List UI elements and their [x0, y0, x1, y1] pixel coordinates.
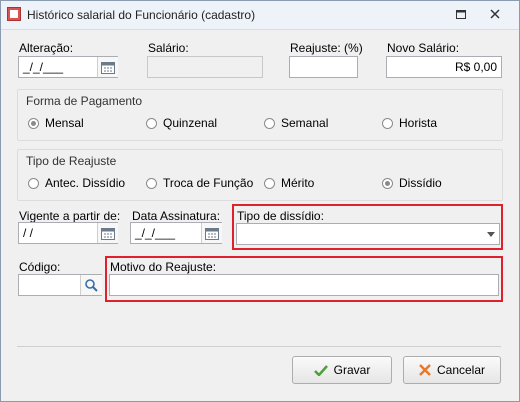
- radio-dot: [264, 177, 275, 189]
- vigente-value: / /: [23, 226, 34, 240]
- tipo-dissidio-select[interactable]: [236, 223, 500, 245]
- radio-label: Semanal: [281, 116, 329, 130]
- radio-semanal[interactable]: Semanal: [264, 116, 328, 130]
- alteracao-calendar-button[interactable]: [97, 57, 118, 77]
- cancelar-button[interactable]: Cancelar: [403, 356, 501, 384]
- alteracao-value: _/_/___: [23, 60, 64, 74]
- radio-dot: [382, 177, 393, 189]
- codigo-label: Código:: [19, 260, 61, 274]
- radio-label: Troca de Função: [163, 176, 254, 190]
- codigo-search-button[interactable]: [80, 275, 102, 295]
- radio-dissidio[interactable]: Dissídio: [382, 176, 442, 190]
- close-icon: [490, 9, 500, 19]
- vigente-label: Vigente a partir de:: [19, 209, 121, 223]
- radio-label: Horista: [399, 116, 438, 130]
- tipo-reajuste-group: Tipo de Reajuste Antec. Dissídio Troca d…: [17, 149, 503, 201]
- radio-dot: [146, 117, 157, 129]
- radio-label: Mérito: [281, 176, 315, 190]
- dialog-window: Histórico salarial do Funcionário (cadas…: [0, 0, 520, 402]
- window-title: Histórico salarial do Funcionário (cadas…: [27, 8, 256, 22]
- radio-troca-funcao[interactable]: Troca de Função: [146, 176, 253, 190]
- search-icon: [85, 278, 98, 292]
- data-assinatura-calendar-button[interactable]: [201, 223, 222, 243]
- salario-field[interactable]: [147, 56, 263, 78]
- vigente-calendar-button[interactable]: [97, 223, 118, 243]
- radio-label: Mensal: [45, 116, 84, 130]
- salario-label: Salário:: [148, 41, 189, 55]
- radio-label: Antec. Dissídio: [45, 176, 126, 190]
- tipo-dissidio-dropdown-button[interactable]: [483, 224, 499, 244]
- radio-label: Dissídio: [399, 176, 442, 190]
- novo-salario-value: R$ 0,00: [454, 60, 497, 74]
- gravar-button[interactable]: Gravar: [292, 356, 392, 384]
- data-assinatura-value: _/_/___: [135, 226, 176, 240]
- app-icon: [7, 7, 21, 21]
- motivo-label: Motivo do Reajuste:: [110, 260, 217, 274]
- tipo-dissidio-label: Tipo de dissídio:: [237, 209, 324, 223]
- novo-salario-label: Novo Salário:: [387, 41, 460, 55]
- calendar-icon: [101, 227, 115, 240]
- radio-dot: [28, 177, 39, 189]
- close-button[interactable]: [487, 7, 503, 21]
- motivo-field[interactable]: [109, 274, 499, 296]
- radio-antec-dissidio[interactable]: Antec. Dissídio: [28, 176, 125, 190]
- calendar-icon: [101, 61, 115, 74]
- radio-label: Quinzenal: [163, 116, 218, 130]
- forma-pagamento-group: Forma de Pagamento Mensal Quinzenal Sema…: [17, 89, 503, 141]
- radio-mensal[interactable]: Mensal: [28, 116, 84, 130]
- data-assinatura-label: Data Assinatura:: [132, 209, 221, 223]
- radio-dot: [264, 117, 275, 129]
- radio-horista[interactable]: Horista: [382, 116, 437, 130]
- novo-salario-field[interactable]: R$ 0,00: [386, 56, 502, 78]
- alteracao-label: Alteração:: [19, 41, 74, 55]
- checkmark-icon: [313, 364, 328, 376]
- reajuste-field[interactable]: [289, 56, 358, 78]
- restore-icon: [456, 9, 466, 19]
- chevron-down-icon: [487, 231, 495, 237]
- tipo-reajuste-title: Tipo de Reajuste: [26, 154, 117, 168]
- gravar-label: Gravar: [333, 363, 371, 377]
- radio-dot: [28, 117, 39, 129]
- reajuste-label: Reajuste: (%): [290, 41, 363, 55]
- footer-divider: [17, 346, 501, 347]
- calendar-icon: [205, 227, 219, 240]
- radio-merito[interactable]: Mérito: [264, 176, 314, 190]
- restore-button[interactable]: [453, 7, 469, 21]
- radio-dot: [382, 117, 393, 129]
- cancelar-label: Cancelar: [436, 363, 486, 377]
- x-icon: [419, 364, 431, 376]
- title-bar: Histórico salarial do Funcionário (cadas…: [1, 1, 519, 30]
- forma-pagamento-title: Forma de Pagamento: [26, 94, 143, 108]
- radio-dot: [146, 177, 157, 189]
- radio-quinzenal[interactable]: Quinzenal: [146, 116, 217, 130]
